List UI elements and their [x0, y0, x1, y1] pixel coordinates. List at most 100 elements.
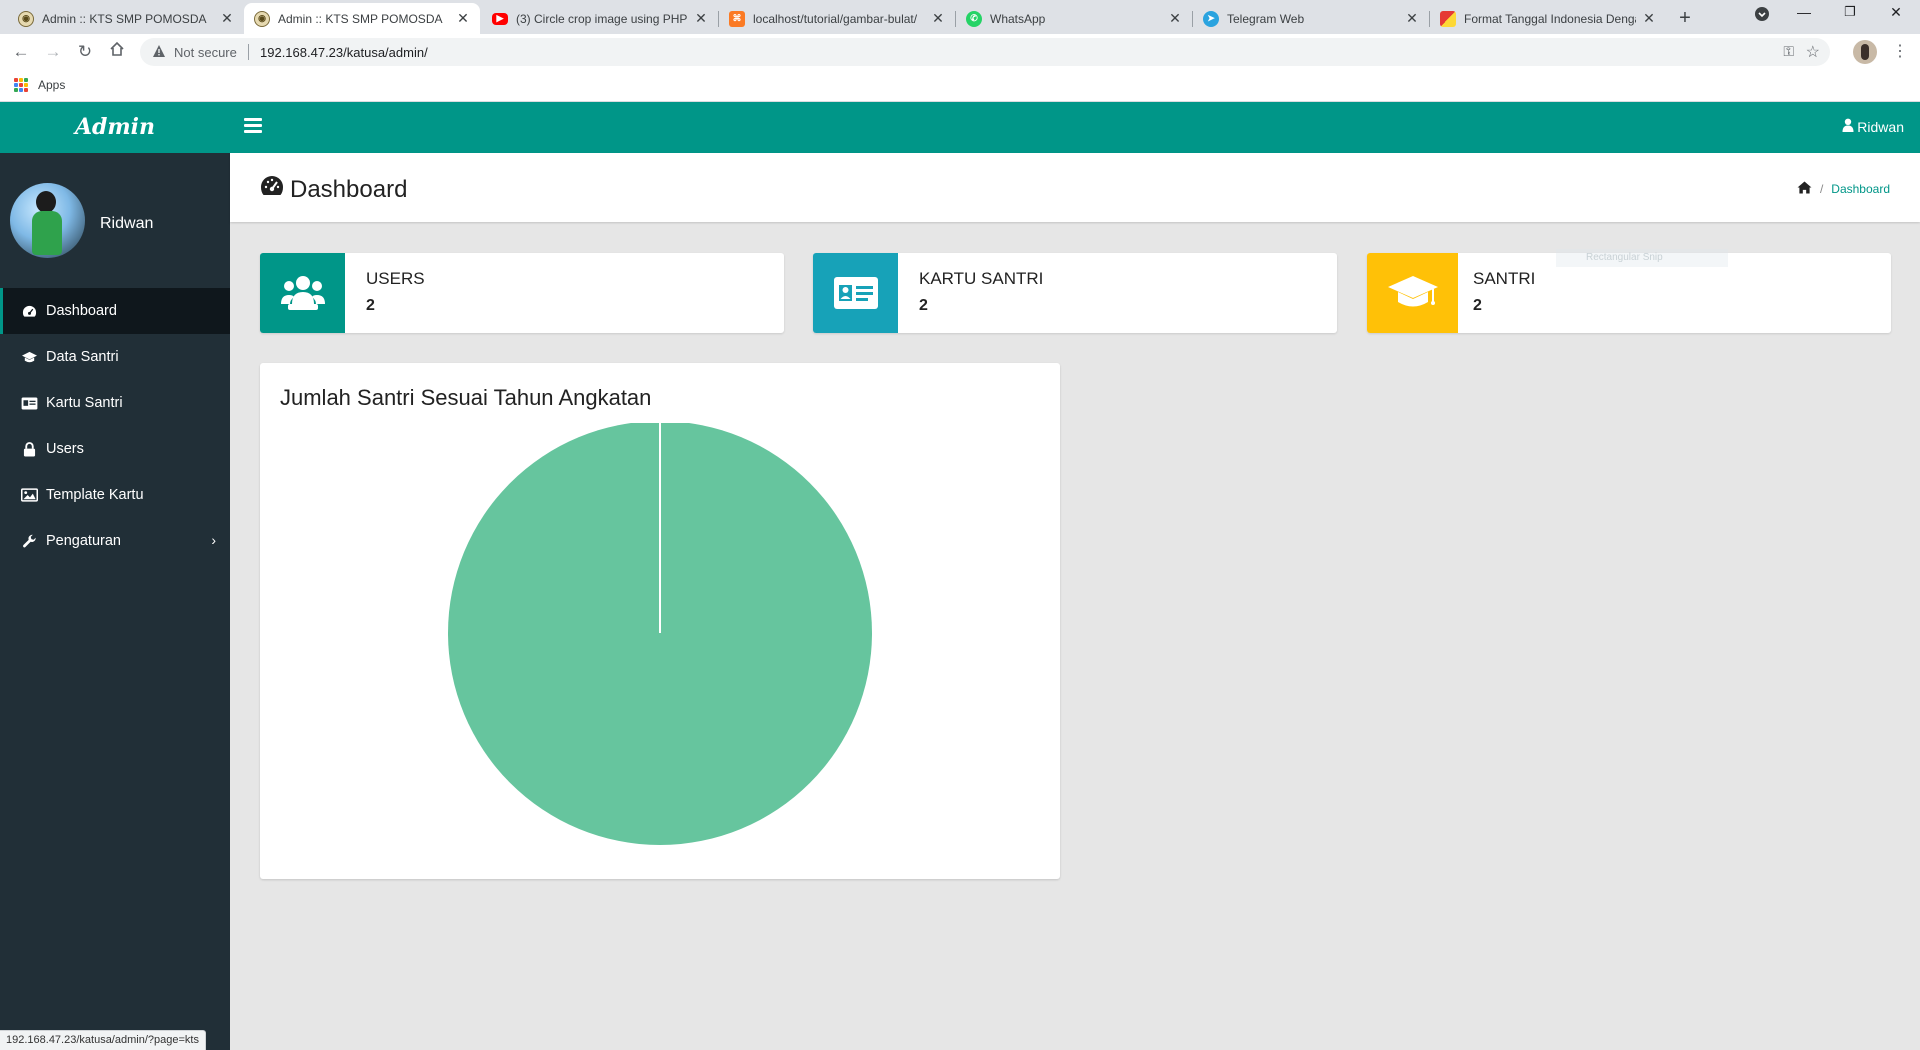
sidebar-item-template-kartu[interactable]: Template Kartu [0, 472, 230, 518]
restore-icon[interactable]: ❐ [1830, 4, 1870, 20]
sidebar-item-pengaturan[interactable]: Pengaturan › [0, 518, 230, 564]
pie-chart [448, 423, 872, 845]
forward-icon[interactable]: → [41, 40, 65, 64]
sidebar-item-data-santri[interactable]: Data Santri [0, 334, 230, 380]
tab-title: (3) Circle crop image using PHP [516, 11, 688, 26]
warning-icon [152, 44, 166, 58]
youtube-icon: ▶ [492, 12, 508, 25]
home-icon[interactable] [105, 40, 129, 64]
close-icon[interactable]: ✕ [1405, 10, 1419, 27]
top-navbar: Ridwan [230, 102, 1920, 153]
pomosda-logo-icon: ◉ [254, 10, 270, 27]
chart-card: Jumlah Santri Sesuai Tahun Angkatan [260, 363, 1060, 879]
avatar [10, 183, 85, 258]
top-user-menu[interactable]: Ridwan [1842, 118, 1904, 135]
browser-menu-icon[interactable]: ⋮ [1892, 41, 1908, 61]
close-icon[interactable]: ✕ [931, 10, 945, 27]
minimize-icon[interactable]: — [1784, 4, 1824, 20]
profile-avatar[interactable] [1853, 40, 1877, 64]
chevron-right-icon: › [211, 532, 216, 548]
browser-tab[interactable]: ✆ WhatsApp ✕ [956, 3, 1192, 34]
stat-label: SANTRI [1473, 269, 1536, 288]
brand-logo[interactable]: Admin [0, 102, 230, 153]
url-text[interactable]: 192.168.47.23/katusa/admin/ [260, 45, 428, 60]
blog-icon [1440, 10, 1456, 27]
pomosda-logo-icon: ◉ [18, 10, 34, 27]
sidebar-item-dashboard[interactable]: Dashboard [0, 288, 230, 334]
hamburger-menu-icon[interactable] [244, 118, 262, 133]
home-icon[interactable] [1797, 181, 1812, 197]
tab-title: WhatsApp [990, 11, 1046, 26]
address-bar[interactable]: Not secure 192.168.47.23/katusa/admin/ ⚿… [140, 38, 1830, 66]
new-tab-button[interactable]: + [1672, 6, 1698, 32]
xampp-icon: ⌘ [729, 10, 745, 27]
id-card-icon [813, 253, 898, 333]
browser-tab[interactable]: ⌘ localhost/tutorial/gambar-bulat/ ✕ [719, 3, 955, 34]
whatsapp-icon: ✆ [966, 10, 982, 27]
sidebar-item-label: Data Santri [46, 349, 119, 365]
stat-card-users: USERS 2 [260, 253, 784, 333]
id-card-icon [20, 394, 38, 412]
not-secure-label[interactable]: Not secure [174, 45, 237, 60]
sidebar-item-label: Template Kartu [46, 487, 144, 503]
chart-title: Jumlah Santri Sesuai Tahun Angkatan [280, 385, 652, 410]
main-content: Dashboard / Dashboard USERS 2 KARTU SANT… [230, 153, 1920, 1050]
tab-title: Format Tanggal Indonesia Dengan [1464, 11, 1636, 26]
browser-toolbar: ← → ↻ Not secure 192.168.47.23/katusa/ad… [0, 34, 1920, 70]
admin-app: Admin Ridwan Dashboard Data Santri Kartu… [0, 102, 1920, 1050]
close-icon[interactable]: ✕ [694, 10, 708, 27]
stat-value: 2 [366, 297, 375, 314]
page-header: Dashboard / Dashboard [230, 153, 1920, 222]
browser-tab[interactable]: ➤ Telegram Web ✕ [1193, 3, 1429, 34]
stat-value: 2 [1473, 297, 1482, 314]
user-lock-icon [20, 440, 38, 458]
status-url-bar: 192.168.47.23/katusa/admin/?page=kts [0, 1030, 206, 1050]
page-title-block: Dashboard [260, 175, 407, 204]
sidebar-item-kartu-santri[interactable]: Kartu Santri [0, 380, 230, 426]
sidebar-item-label: Dashboard [46, 303, 117, 319]
sidebar-item-label: Pengaturan [46, 533, 121, 549]
close-icon[interactable]: ✕ [1642, 10, 1656, 27]
sidebar: Admin Ridwan Dashboard Data Santri Kartu… [0, 102, 230, 1050]
omnibox-separator [248, 44, 249, 60]
dashboard-icon [20, 302, 38, 320]
bookmarks-bar: Apps [0, 70, 1920, 102]
stat-value: 2 [919, 297, 928, 314]
browser-tab[interactable]: ◉ Admin :: KTS SMP POMOSDA ✕ [8, 3, 244, 34]
reload-icon[interactable]: ↻ [73, 40, 97, 64]
sidebar-user-name: Ridwan [100, 215, 154, 232]
close-icon[interactable]: ✕ [456, 10, 470, 27]
close-icon[interactable]: ✕ [220, 10, 234, 27]
breadcrumb: / Dashboard [1797, 181, 1890, 197]
top-user-name: Ridwan [1857, 118, 1904, 135]
sidebar-item-users[interactable]: Users [0, 426, 230, 472]
sidebar-item-label: Kartu Santri [46, 395, 123, 411]
sidebar-item-label: Users [46, 441, 84, 457]
graduation-cap-icon [20, 348, 38, 366]
stat-card-kartu-santri: KARTU SANTRI 2 [813, 253, 1337, 333]
apps-bookmark[interactable]: Apps [38, 78, 65, 92]
tab-title: localhost/tutorial/gambar-bulat/ [753, 11, 918, 26]
tab-search-icon[interactable] [1742, 6, 1782, 25]
users-icon [260, 253, 345, 333]
browser-tab[interactable]: Format Tanggal Indonesia Dengan ✕ [1430, 3, 1666, 34]
back-icon[interactable]: ← [9, 40, 33, 64]
close-window-icon[interactable]: ✕ [1876, 4, 1916, 21]
tab-title: Telegram Web [1227, 11, 1305, 26]
key-icon[interactable]: ⚿ [1783, 43, 1794, 60]
user-icon [1842, 118, 1854, 135]
browser-tab-active[interactable]: ◉ Admin :: KTS SMP POMOSDA ✕ [244, 3, 480, 34]
image-icon [20, 486, 38, 504]
breadcrumb-separator: / [1819, 182, 1824, 196]
breadcrumb-dashboard[interactable]: Dashboard [1831, 182, 1890, 196]
browser-tab[interactable]: ▶ (3) Circle crop image using PHP ✕ [482, 3, 718, 34]
telegram-icon: ➤ [1203, 10, 1219, 27]
browser-tab-strip: ◉ Admin :: KTS SMP POMOSDA ✕ ◉ Admin :: … [0, 0, 1920, 34]
dashboard-icon [260, 175, 284, 204]
tab-title: Admin :: KTS SMP POMOSDA [42, 11, 207, 26]
user-panel: Ridwan [0, 153, 230, 290]
apps-icon[interactable] [14, 78, 28, 92]
wrench-icon [20, 532, 38, 550]
star-icon[interactable]: ☆ [1806, 42, 1820, 62]
close-icon[interactable]: ✕ [1168, 10, 1182, 27]
